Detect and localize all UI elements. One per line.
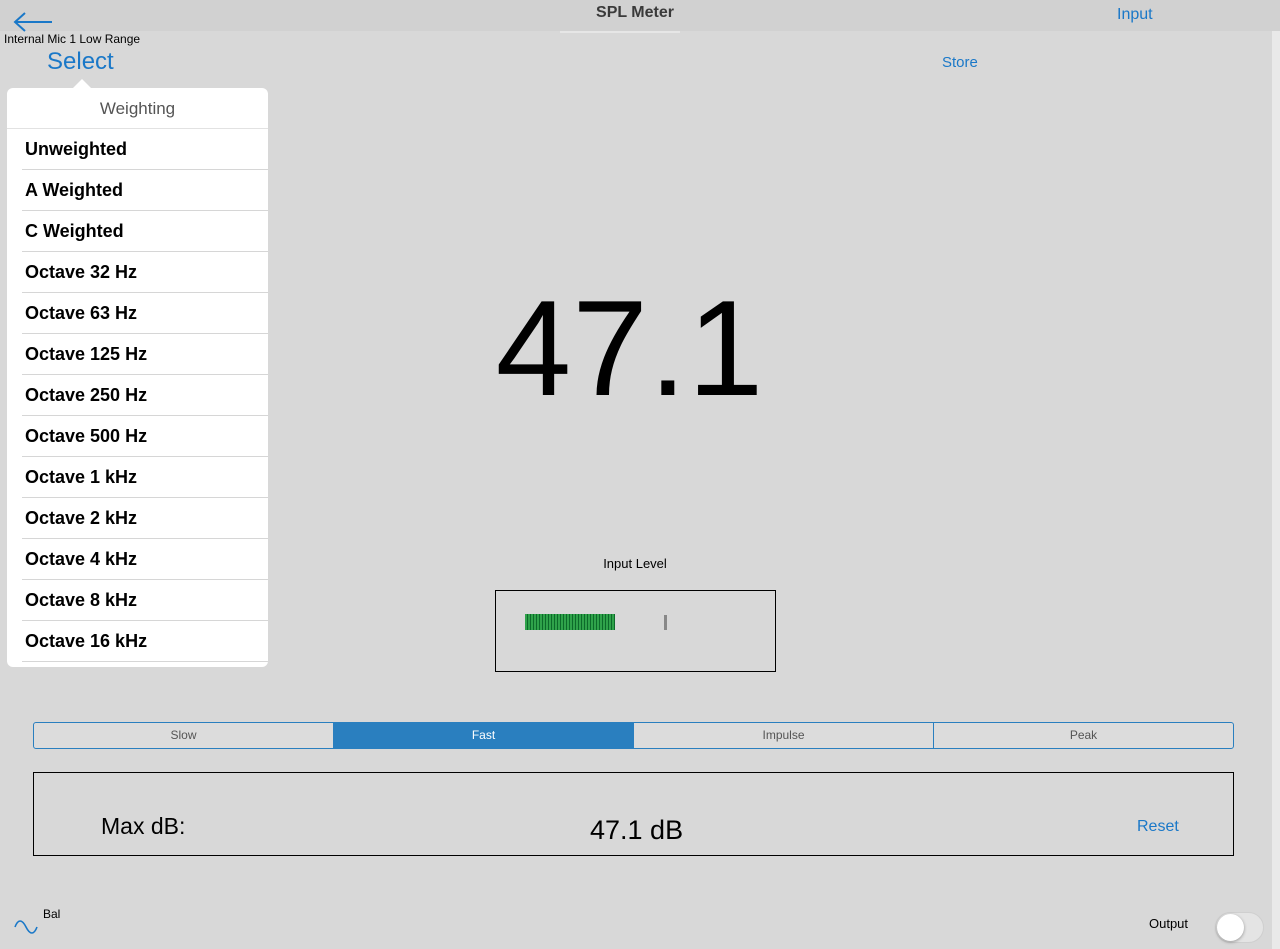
- weighting-item-octave-2khz[interactable]: Octave 2 kHz: [22, 498, 268, 539]
- weighting-item-a-weighted[interactable]: A Weighted: [22, 170, 268, 211]
- weighting-popover-title: Weighting: [7, 88, 268, 129]
- max-db-panel: Max dB: 47.1 dB Reset: [33, 772, 1234, 856]
- weighting-item-octave-4khz[interactable]: Octave 4 kHz: [22, 539, 268, 580]
- response-option-slow[interactable]: Slow: [34, 723, 334, 748]
- output-toggle-knob[interactable]: [1217, 914, 1244, 941]
- select-button[interactable]: Select: [47, 48, 114, 76]
- output-toggle[interactable]: [1215, 912, 1264, 943]
- input-button[interactable]: Input: [1117, 6, 1153, 24]
- input-level-peak-marker: [664, 615, 667, 630]
- weighting-item-octave-125hz[interactable]: Octave 125 Hz: [22, 334, 268, 375]
- reset-button[interactable]: Reset: [1137, 818, 1179, 836]
- weighting-item-octave-8khz[interactable]: Octave 8 kHz: [22, 580, 268, 621]
- response-segmented-control: Slow Fast Impulse Peak: [33, 722, 1234, 749]
- title-underline: [560, 31, 680, 33]
- response-option-peak[interactable]: Peak: [934, 723, 1233, 748]
- sine-wave-icon[interactable]: [14, 918, 38, 936]
- weighting-item-octave-250hz[interactable]: Octave 250 Hz: [22, 375, 268, 416]
- bal-label: Bal: [43, 907, 61, 921]
- weighting-popover: Weighting Unweighted A Weighted C Weight…: [7, 88, 268, 667]
- page-title: SPL Meter: [596, 4, 674, 21]
- output-label: Output: [1149, 916, 1189, 931]
- top-bar: SPL Meter Input: [0, 0, 1280, 32]
- weighting-item-octave-16khz[interactable]: Octave 16 kHz: [22, 621, 268, 662]
- weighting-item-octave-500hz[interactable]: Octave 500 Hz: [22, 416, 268, 457]
- input-level-bar: [525, 614, 615, 630]
- input-level-label: Input Level: [603, 556, 667, 571]
- store-button[interactable]: Store: [942, 54, 978, 71]
- weighting-item-unweighted[interactable]: Unweighted: [22, 129, 268, 170]
- mic-label: Internal Mic 1 Low Range: [4, 32, 141, 46]
- max-db-label: Max dB:: [101, 813, 186, 839]
- weighting-item-c-weighted[interactable]: C Weighted: [22, 211, 268, 252]
- max-db-value: 47.1 dB: [590, 815, 684, 845]
- weighting-item-octave-1khz[interactable]: Octave 1 kHz: [22, 457, 268, 498]
- right-edge-strip: [1272, 31, 1280, 949]
- spl-reading: 47.1: [495, 272, 765, 424]
- response-option-fast[interactable]: Fast: [334, 723, 634, 748]
- weighting-item-octave-63hz[interactable]: Octave 63 Hz: [22, 293, 268, 334]
- weighting-item-octave-32hz[interactable]: Octave 32 Hz: [22, 252, 268, 293]
- input-level-meter: [495, 590, 776, 672]
- response-option-impulse[interactable]: Impulse: [634, 723, 934, 748]
